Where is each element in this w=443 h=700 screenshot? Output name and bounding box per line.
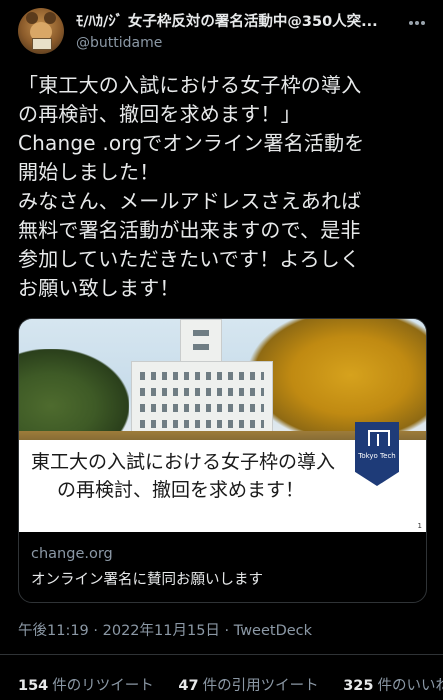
clock-tower bbox=[180, 319, 222, 367]
card-banner: 東工大の入試における女子枠の導入 の再検討、撤回を求めます！ Tokyo Tec… bbox=[19, 422, 426, 532]
author-names[interactable]: ﾓ/ﾊｶ/ｼﾞ 女子枠反対の署名活動中@350人突... @buttidame bbox=[76, 10, 399, 51]
link-card[interactable]: 東工大の入試における女子枠の導入 の再検討、撤回を求めます！ Tokyo Tec… bbox=[18, 318, 427, 603]
avatar-sign bbox=[32, 38, 52, 50]
tweet-line: 参加していただきたいです！よろしく bbox=[18, 247, 361, 271]
tweet-line: 「東工大の入試における女子枠の導入 bbox=[18, 73, 362, 97]
retweet-count[interactable]: 154 件のリツイート bbox=[18, 678, 158, 694]
tweet-line: Change .orgでオンライン署名活動を bbox=[18, 131, 365, 155]
display-name[interactable]: ﾓ/ﾊｶ/ｼﾞ 女子枠反対の署名活動中@350人突... bbox=[76, 10, 399, 31]
stat-label: 件のリツイート bbox=[52, 678, 154, 694]
like-count[interactable]: 325 件のいいね bbox=[343, 678, 443, 694]
stat-number: 47 bbox=[178, 678, 199, 694]
stat-number: 325 bbox=[343, 678, 374, 694]
tweet-line: 開始しました！ bbox=[18, 160, 160, 184]
quote-tweet-count[interactable]: 47 件の引用ツイート bbox=[178, 678, 323, 694]
card-meta[interactable]: change.org オンライン署名に賛同お願いします bbox=[31, 546, 263, 589]
green-trees bbox=[19, 349, 129, 444]
banner-line: の再検討、撤回を求めます！ bbox=[57, 479, 305, 501]
tweet-text: 「東工大の入試における女子枠の導入 の再検討、撤回を求めます！」 Change … bbox=[18, 71, 430, 303]
more-options-icon[interactable] bbox=[409, 10, 429, 26]
tweet-line: の再検討、撤回を求めます！」 bbox=[18, 102, 301, 126]
ginkgo-trees bbox=[246, 319, 426, 444]
user-handle[interactable]: @buttidame bbox=[76, 35, 399, 51]
stat-number: 154 bbox=[18, 678, 49, 694]
corner-number: 1 bbox=[417, 522, 422, 530]
main-building bbox=[131, 361, 273, 441]
banner-text: 東工大の入試における女子枠の導入 の再検討、撤回を求めます！ bbox=[31, 448, 361, 504]
avatar[interactable] bbox=[18, 8, 64, 54]
stat-label: 件のいいね bbox=[377, 678, 443, 694]
tweet-line: お願い致します！ bbox=[18, 276, 180, 300]
logo-label: Tokyo Tech bbox=[358, 452, 396, 460]
divider bbox=[0, 654, 443, 655]
tweet-line: みなさん、メールアドレスさえあれば bbox=[18, 189, 362, 213]
tokyo-tech-logo: Tokyo Tech bbox=[355, 422, 399, 486]
tweet-header: ﾓ/ﾊｶ/ｼﾞ 女子枠反対の署名活動中@350人突... @buttidame bbox=[18, 8, 429, 58]
tweet-line: 無料で署名活動が出来ますので、是非 bbox=[18, 218, 361, 242]
tweet-timestamp[interactable]: 午後11:19 · 2022年11月15日 · TweetDeck bbox=[18, 619, 312, 640]
card-image[interactable]: 東工大の入試における女子枠の導入 の再検討、撤回を求めます！ Tokyo Tec… bbox=[19, 319, 426, 532]
engagement-stats: 154 件のリツイート 47 件の引用ツイート 325 件のいいね bbox=[18, 674, 443, 695]
stat-label: 件の引用ツイート bbox=[202, 678, 319, 694]
banner-line: 東工大の入試における女子枠の導入 bbox=[31, 451, 336, 473]
card-title: オンライン署名に賛同お願いします bbox=[31, 572, 263, 588]
card-domain: change.org bbox=[31, 546, 113, 562]
tokyo-tech-mark-icon bbox=[368, 430, 390, 446]
